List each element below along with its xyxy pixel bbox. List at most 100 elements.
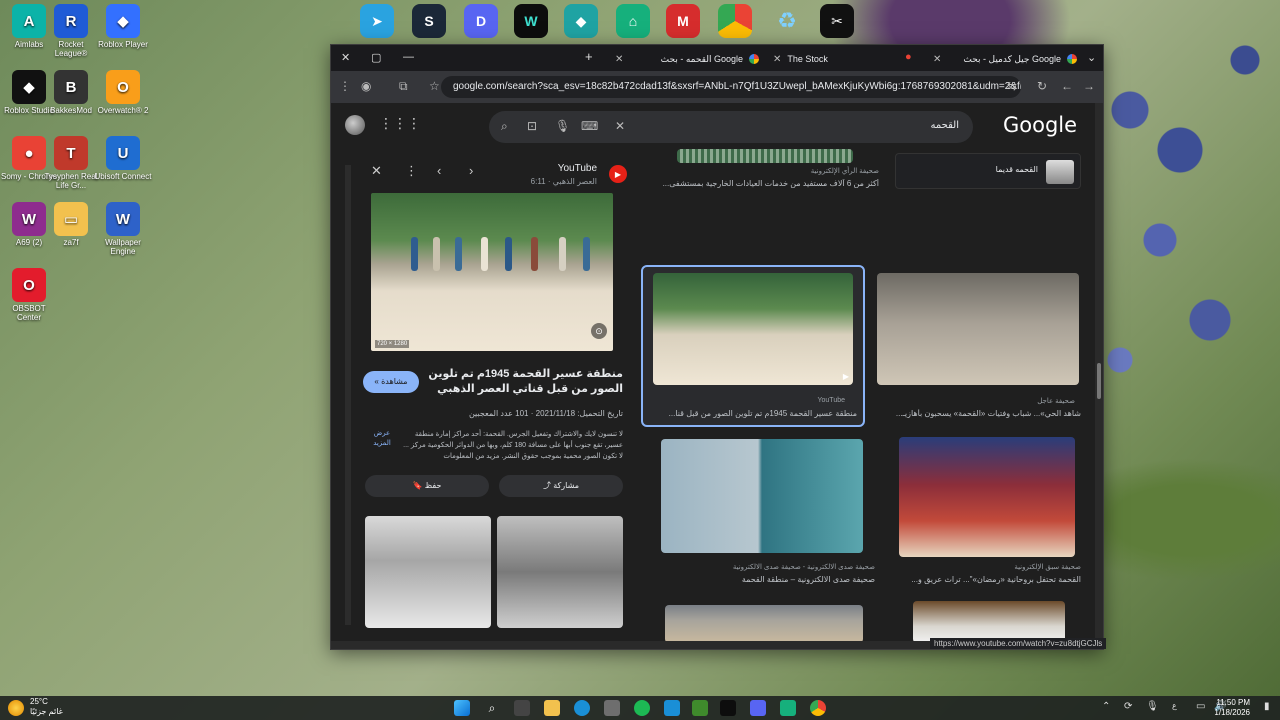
result-image[interactable] (665, 605, 863, 643)
bookmark-star-icon[interactable]: ☆ (429, 79, 440, 93)
source-name[interactable]: YouTube (558, 163, 597, 174)
notification-icon[interactable]: ▮ (1264, 701, 1270, 712)
preview-image[interactable]: 720 × 1280 ⊙ (371, 193, 613, 351)
reload-icon[interactable]: ↻ (1037, 79, 1047, 93)
tracker-icon[interactable]: W (514, 4, 548, 38)
search-box[interactable]: ⌕ ⊡ 🎙 ⌨ ✕ القحمه (489, 111, 973, 143)
tab-search-dropdown-icon[interactable]: ⌄ (1087, 51, 1096, 64)
lens-icon[interactable]: ⊡ (527, 119, 537, 133)
previous-icon[interactable]: ‹ (437, 163, 441, 178)
tray-app-icon[interactable]: ⟳ (1124, 701, 1132, 712)
related-search-chip[interactable]: القحمه قديما (895, 153, 1081, 189)
panel-title[interactable]: منطقة عسير القحمة 1945م تم تلوين الصور م… (423, 367, 623, 397)
chrome-icon[interactable] (718, 4, 752, 38)
site-settings-icon[interactable]: ⇆ (1007, 79, 1017, 93)
display-icon[interactable]: ▭ (1196, 701, 1205, 712)
tab-search-2[interactable]: ✕ جيل كدميل - بحث Google (925, 47, 1085, 71)
valorant-tracker-icon[interactable]: ◆ (564, 4, 598, 38)
search-icon[interactable]: ⌕ (501, 119, 508, 134)
close-panel-icon[interactable]: ✕ (371, 163, 382, 179)
panel-scrollbar[interactable] (345, 165, 351, 625)
forward-icon[interactable]: ← (1061, 79, 1073, 93)
result-image-strip[interactable] (677, 149, 853, 163)
close-tab-icon[interactable]: ✕ (615, 54, 623, 65)
spotify-icon[interactable] (634, 700, 650, 716)
minimize-icon[interactable]: — (403, 51, 414, 63)
weather-icon[interactable] (8, 700, 24, 716)
watch-button[interactable]: « مشاهدة (363, 371, 419, 393)
result-image-selected[interactable]: ▶ (653, 273, 853, 385)
keyboard-icon[interactable]: ⌨ (581, 119, 598, 133)
next-icon[interactable]: › (469, 163, 473, 178)
profile-icon[interactable]: ◉ (361, 79, 371, 93)
steam-icon[interactable]: S (412, 4, 446, 38)
close-tab-icon[interactable]: ✕ (933, 54, 941, 65)
save-button[interactable]: 🔖 حفظ (365, 475, 489, 497)
weather-widget[interactable]: 25°C غائم جزئيًا (30, 697, 63, 717)
clear-search-icon[interactable]: ✕ (615, 119, 625, 133)
store-icon[interactable] (604, 700, 620, 716)
desktop-icon-wallpaper-engine[interactable]: W Wallpaper Engine (94, 202, 152, 256)
result-caption[interactable]: صحيفة صدى الالكترونية – منطقة القحمة (661, 575, 875, 584)
desktop-icon-roblox-player[interactable]: ◆ Roblox Player (94, 4, 152, 49)
apps-grid-icon[interactable]: ⋮⋮⋮ (379, 115, 421, 132)
tab-the-stock[interactable]: ✕ The Stock (765, 47, 885, 71)
menu-icon[interactable]: ⋮ (339, 79, 351, 93)
overwolf-taskbar-icon[interactable] (780, 700, 796, 716)
page-scrollbar[interactable] (1095, 103, 1103, 643)
desktop-icon-ubisoft[interactable]: U Ubisoft Connect (94, 136, 152, 181)
minecraft-icon[interactable] (692, 700, 708, 716)
visual-search-icon[interactable]: ⊙ (591, 323, 607, 339)
extension-icon[interactable]: ⧉ (399, 79, 408, 94)
tab-search-active[interactable]: ✕ القحمه - بحث Google (607, 47, 767, 71)
more-options-icon[interactable]: ⋮ (405, 163, 418, 179)
related-image[interactable] (365, 516, 491, 628)
mic-icon[interactable]: 🎙 (555, 119, 570, 133)
new-tab-icon[interactable]: + (585, 49, 593, 64)
desktop-icon-bakkesmod[interactable]: B BakkesMod (42, 70, 100, 115)
close-window-icon[interactable]: ✕ (341, 51, 350, 64)
close-tab-icon[interactable]: ✕ (773, 54, 781, 65)
result-image[interactable] (899, 437, 1075, 557)
account-avatar[interactable] (345, 115, 365, 135)
desktop-icon-tysyphen[interactable]: T Tysyphen Real Life Gr... (42, 136, 100, 190)
clock[interactable]: 11:50 PM 1/18/2026 (1214, 698, 1250, 718)
microphone-icon[interactable]: 🎙 (1146, 701, 1159, 712)
start-icon[interactable] (454, 700, 470, 716)
chrome-taskbar-icon[interactable] (810, 700, 826, 716)
desktop-icon-overwatch[interactable]: O Overwatch® 2 (94, 70, 152, 115)
related-image[interactable] (497, 516, 623, 628)
result-caption[interactable]: منطقة عسير القحمة 1945م تم تلوين الصور م… (649, 409, 857, 418)
desktop-icon-obsbot[interactable]: O OBSBOT Center (0, 268, 58, 322)
result-image[interactable] (877, 273, 1079, 385)
desktop-icon-za7f[interactable]: ▭ za7f (42, 202, 100, 247)
result-caption[interactable]: أكثر من 6 آلاف مستفيد من خدمات العيادات … (651, 179, 879, 188)
input-language[interactable]: ع (1172, 701, 1177, 710)
scrollbar-thumb[interactable] (1097, 363, 1101, 399)
result-caption[interactable]: القحمة تحتفل بروحانية «رمضان»"... تراث ع… (877, 575, 1081, 584)
discord-taskbar-icon[interactable] (750, 700, 766, 716)
taskbar-search-icon[interactable]: ⌕ (484, 700, 500, 716)
result-image[interactable] (661, 439, 863, 553)
result-caption[interactable]: شاهد الحي»... شباب وفتيات «القحمة» يسحبو… (877, 409, 1081, 418)
desktop-icon-rocket-league[interactable]: R Rocket League® (42, 4, 100, 58)
url-field[interactable]: google.com/search?sca_esv=18c82b472cdad1… (441, 76, 1021, 98)
tray-expand-icon[interactable]: ⌃ (1102, 701, 1110, 712)
tracker-taskbar-icon[interactable] (720, 700, 736, 716)
maximize-icon[interactable]: ▢ (371, 51, 381, 64)
medal-icon[interactable]: M (666, 4, 700, 38)
telegram-icon[interactable]: ➤ (360, 4, 394, 38)
recycle-bin-icon[interactable]: ♻ (770, 4, 804, 38)
google-logo[interactable]: Google (1003, 113, 1077, 137)
overwolf-icon[interactable]: ⌂ (616, 4, 650, 38)
result-image[interactable] (913, 601, 1065, 643)
edge-icon[interactable] (574, 700, 590, 716)
back-icon[interactable]: → (1083, 79, 1095, 93)
capcut-icon[interactable]: ✂ (820, 4, 854, 38)
show-more-link[interactable]: عرض المزيد (367, 429, 397, 449)
share-button[interactable]: ⤴ مشاركة (499, 475, 623, 497)
file-explorer-icon[interactable] (544, 700, 560, 716)
discord-icon[interactable]: D (464, 4, 498, 38)
app-icon[interactable] (664, 700, 680, 716)
task-view-icon[interactable] (514, 700, 530, 716)
